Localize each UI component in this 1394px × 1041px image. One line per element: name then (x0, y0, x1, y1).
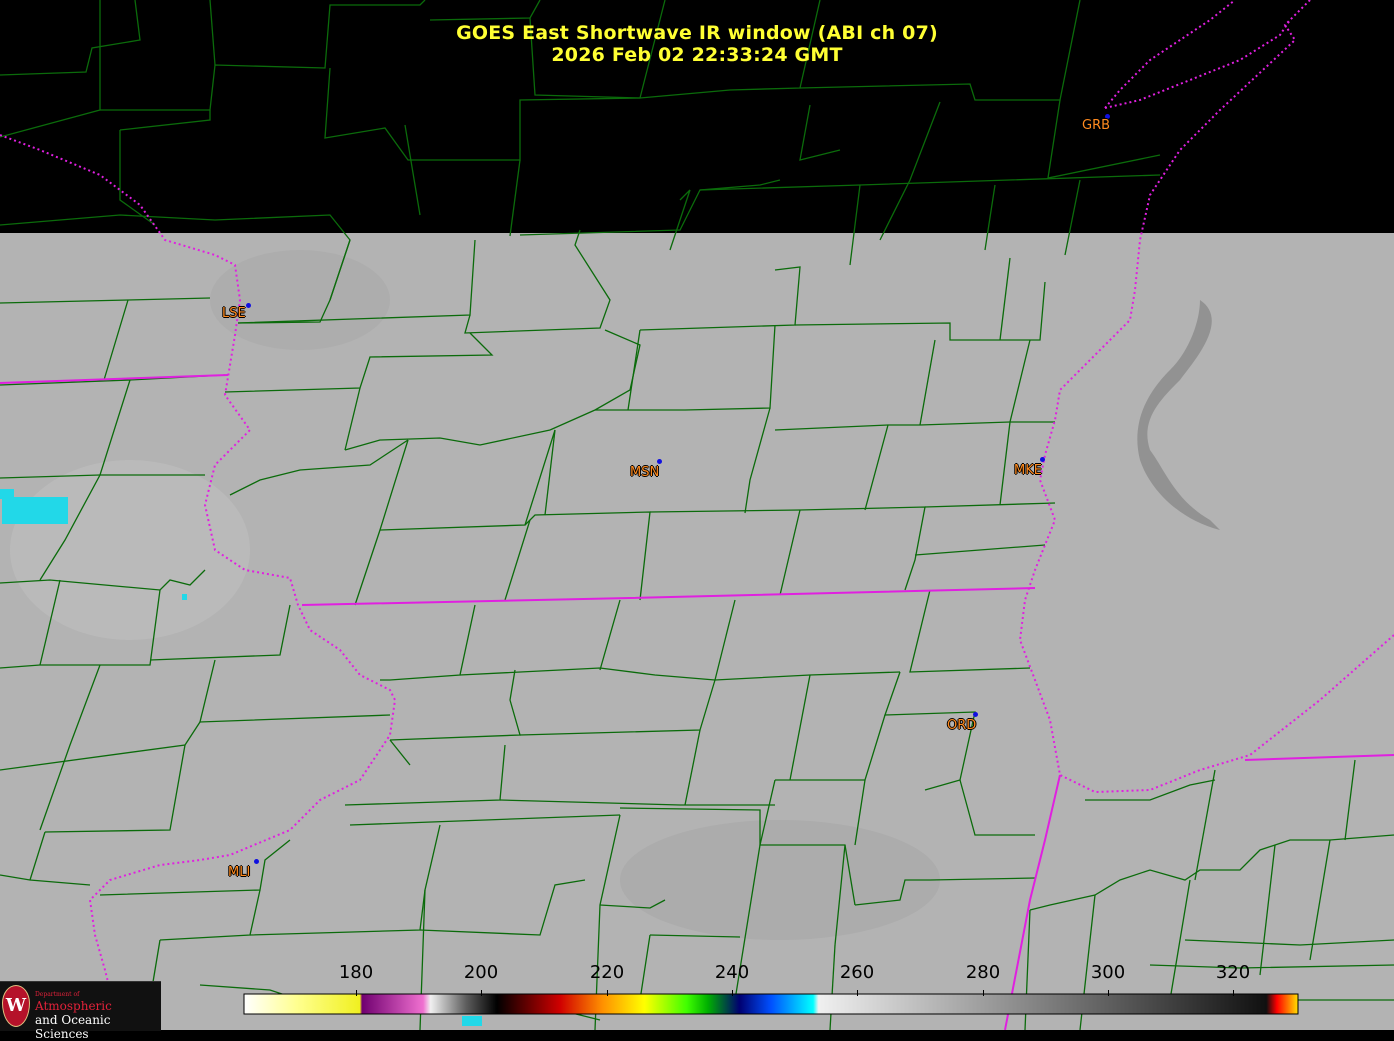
colorbar-tick-mark (1108, 990, 1109, 996)
station-label-msn: MSN (630, 465, 660, 480)
logo-line-2: and Oceanic Sciences (35, 1013, 111, 1041)
colorbar-tick-mark (481, 990, 482, 996)
colorbar-tick-280: 280 (965, 962, 1001, 983)
logo-line-1: Atmospheric (35, 999, 112, 1013)
station-dot-ord (973, 712, 978, 717)
station-label-grb: GRB (1082, 118, 1111, 133)
colorbar-tick-300: 300 (1090, 962, 1126, 983)
colorbar-gradient (243, 993, 1299, 1015)
cold-cloud-patch (2, 497, 68, 524)
cold-cloud-patch (182, 594, 187, 600)
station-label-lse: LSE (222, 306, 246, 321)
station-dot-msn (657, 459, 662, 464)
image-title: GOES East Shortwave IR window (ABI ch 07… (456, 22, 938, 44)
cloud-texture (210, 250, 390, 350)
aos-logo: W Department of Atmospheric and Oceanic … (0, 981, 161, 1041)
image-timestamp: 2026 Feb 02 22:33:24 GMT (551, 44, 843, 66)
colorbar-tick-mark (857, 990, 858, 996)
colorbar-tick-mark (607, 990, 608, 996)
station-dot-lse (246, 303, 251, 308)
station-dot-mke (1040, 457, 1045, 462)
cold-cloud-patch (0, 489, 14, 499)
colorbar-tick-mark (1233, 990, 1234, 996)
uw-seal-icon: W (2, 985, 30, 1027)
colorbar-tick-220: 220 (589, 962, 625, 983)
colorbar-tick-260: 260 (839, 962, 875, 983)
colorbar-tick-320: 320 (1215, 962, 1251, 983)
colorbar-tick-200: 200 (463, 962, 499, 983)
colorbar-tick-mark (732, 990, 733, 996)
colorbar-tick-mark (356, 990, 357, 996)
logo-department-text: Department of (35, 991, 80, 998)
station-label-mli: MLI (228, 865, 251, 880)
cold-cloud-patch (462, 1016, 482, 1026)
colorbar-tick-180: 180 (338, 962, 374, 983)
station-label-ord: ORD (947, 718, 977, 733)
station-label-mke: MKE (1014, 463, 1042, 478)
cloud-texture (620, 820, 940, 940)
colorbar-tick-mark (983, 990, 984, 996)
satellite-image (0, 0, 1394, 1030)
station-dot-mli (254, 859, 259, 864)
colorbar-tick-240: 240 (714, 962, 750, 983)
